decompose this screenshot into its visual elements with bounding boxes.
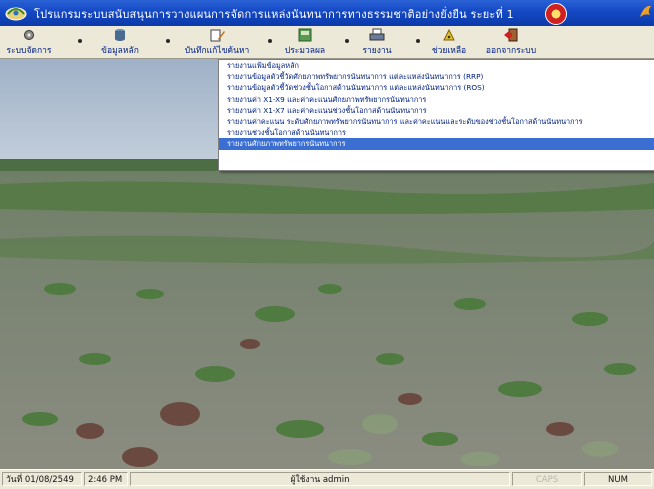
toolbar-help-label: ช่วยเหลือ	[431, 46, 467, 56]
edit-icon	[210, 29, 225, 42]
toolbar-separator	[78, 39, 82, 43]
menu-item-rrp-indicator-report[interactable]: รายงานข้อมูลตัวชี้วัดศักยภาพทรัพยากรนันท…	[219, 71, 654, 82]
exit-icon	[504, 28, 518, 42]
toolbar-logout-button[interactable]: ออกจากระบบ	[481, 27, 541, 57]
toolbar-report-button[interactable]: รายงาน	[357, 27, 397, 57]
toolbar-logout-label: ออกจากระบบ	[485, 46, 537, 56]
report-dropdown-menu: รายงานแฟ้มข้อมูลหลัก รายงานข้อมูลตัวชี้ว…	[218, 59, 654, 171]
menu-item-resource-potential-report[interactable]: รายงานศักยภาพทรัพยากรนันทนาการ	[219, 138, 654, 150]
menu-item-score-level-report[interactable]: รายงานค่าคะแนน ระดับศักยภาพทรัพยากรนันทน…	[219, 116, 654, 127]
toolbar-separator	[268, 39, 272, 43]
toolbar-process-label: ประมวลผล	[284, 46, 326, 56]
menu-item-x1-x9-report[interactable]: รายงานค่า X1-X9 และค่าคะแนนศักยภาพทรัพยา…	[219, 94, 654, 105]
printer-icon	[369, 28, 385, 41]
title-bar: โปรแกรมระบบสนับสนุนการวางแผนการจัดการแหล…	[0, 0, 654, 26]
toolbar-help-button[interactable]: ช่วยเหลือ	[428, 27, 470, 57]
menu-item-ros-indicator-report[interactable]: รายงานข้อมูลตัวชี้วัดช่วงชั้นโอกาสด้านนั…	[219, 82, 654, 93]
app-logo-icon	[5, 7, 27, 21]
toolbar-system-label: ระบบจัดการ	[6, 46, 52, 56]
toolbar: ระบบจัดการ ข้อมูลหลัก บันทึกแก้ไขค้นหา ป…	[0, 26, 654, 59]
toolbar-edit-search-button[interactable]: บันทึกแก้ไขค้นหา	[178, 27, 256, 57]
menu-item-x1-x7-report[interactable]: รายงานค่า X1-X7 และค่าคะแนนช่วงชั้นโอกาส…	[219, 105, 654, 116]
status-user: ผู้ใช้งาน admin	[130, 472, 510, 486]
toolbar-master-data-button[interactable]: ข้อมูลหลัก	[95, 27, 145, 57]
emblem-logo-icon	[545, 3, 567, 25]
toolbar-separator	[345, 39, 349, 43]
toolbar-separator	[416, 39, 420, 43]
gear-icon	[24, 30, 34, 40]
toolbar-master-data-label: ข้อมูลหลัก	[101, 46, 139, 56]
toolbar-system-button[interactable]: ระบบจัดการ	[4, 27, 54, 57]
bird-logo-icon	[640, 5, 651, 17]
status-num-indicator: NUM	[584, 472, 652, 486]
menu-item-ros-class-report[interactable]: รายงานช่วงชั้นโอกาสด้านนันทนาการ	[219, 127, 654, 138]
toolbar-process-button[interactable]: ประมวลผล	[280, 27, 330, 57]
toolbar-edit-search-label: บันทึกแก้ไขค้นหา	[184, 46, 250, 56]
process-icon	[298, 28, 312, 42]
status-date: วันที่ 01/08/2549	[2, 472, 82, 486]
menu-item-master-file-report[interactable]: รายงานแฟ้มข้อมูลหลัก	[219, 60, 654, 71]
status-caps-indicator: CAPS	[512, 472, 582, 486]
help-icon	[443, 28, 455, 41]
database-icon	[115, 29, 125, 41]
window-title: โปรแกรมระบบสนับสนุนการวางแผนการจัดการแหล…	[34, 8, 514, 21]
toolbar-separator	[166, 39, 170, 43]
status-bar: วันที่ 01/08/2549 2:46 PM ผู้ใช้งาน admi…	[0, 469, 654, 489]
status-time: 2:46 PM	[84, 472, 128, 486]
toolbar-report-label: รายงาน	[362, 46, 392, 56]
